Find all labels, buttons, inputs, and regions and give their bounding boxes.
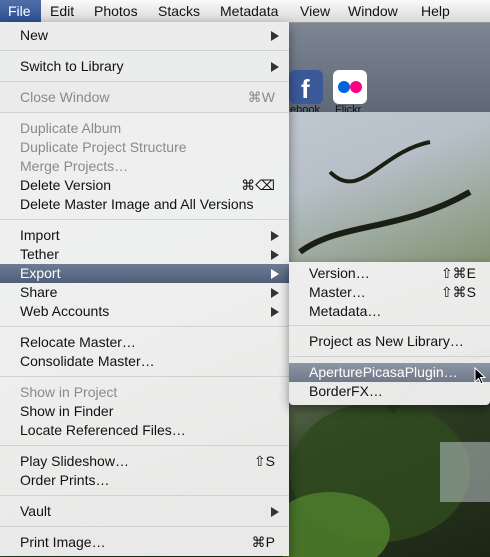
menu-item-shortcut: ⌘⌫	[241, 177, 275, 193]
menu-item-label: Vault	[20, 503, 51, 519]
menu-photos[interactable]: Photos	[86, 0, 146, 22]
menu-item-web-accounts[interactable]: Web Accounts	[0, 302, 289, 321]
menu-item-locate-referenced-files[interactable]: Locate Referenced Files…	[0, 421, 289, 440]
menu-item-close-window: Close Window ⌘W	[0, 88, 289, 107]
submenu-arrow-icon	[271, 288, 279, 298]
menu-item-label: Project as New Library…	[309, 333, 464, 349]
menu-item-show-in-finder[interactable]: Show in Finder	[0, 402, 289, 421]
menu-item-shortcut: ⌘P	[251, 534, 275, 550]
flickr-icon	[338, 81, 362, 93]
menu-file[interactable]: File	[0, 0, 41, 22]
flickr-button[interactable]	[333, 70, 367, 104]
submenu-arrow-icon	[271, 269, 279, 279]
menu-item-new[interactable]: New	[0, 26, 289, 45]
menu-separator	[289, 325, 490, 326]
menu-view[interactable]: View	[292, 0, 338, 22]
menu-item-tether[interactable]: Tether	[0, 245, 289, 264]
menu-item-relocate-master[interactable]: Relocate Master…	[0, 333, 289, 352]
menu-item-label: Version…	[309, 265, 370, 281]
menu-item-label: Share	[20, 284, 58, 300]
submenu-arrow-icon	[271, 250, 279, 260]
menu-item-delete-version[interactable]: Delete Version ⌘⌫	[0, 176, 289, 195]
menu-help[interactable]: Help	[413, 0, 458, 22]
menu-separator	[0, 376, 289, 377]
menu-item-duplicate-project-structure: Duplicate Project Structure	[0, 138, 289, 157]
menu-item-print-image[interactable]: Print Image… ⌘P	[0, 533, 289, 552]
menu-item-label: Play Slideshow…	[20, 453, 129, 469]
submenu-arrow-icon	[271, 307, 279, 317]
menu-stacks[interactable]: Stacks	[150, 0, 208, 22]
facebook-icon: f	[301, 74, 310, 104]
menu-item-label: AperturePicasaPlugin…	[309, 364, 458, 380]
svg-text:f: f	[301, 74, 310, 104]
menu-item-vault[interactable]: Vault	[0, 502, 289, 521]
menu-item-export-metadata[interactable]: Metadata…	[289, 302, 490, 321]
facebook-button[interactable]: f	[289, 70, 323, 104]
menu-item-label: BorderFX…	[309, 383, 383, 399]
menu-item-switch-to-library[interactable]: Switch to Library	[0, 57, 289, 76]
menu-item-delete-master[interactable]: Delete Master Image and All Versions	[0, 195, 289, 214]
menu-item-duplicate-album: Duplicate Album	[0, 119, 289, 138]
menu-item-import[interactable]: Import	[0, 226, 289, 245]
menu-item-shortcut: ⌘W	[247, 89, 275, 105]
menu-separator	[0, 50, 289, 51]
menu-item-label: Order Prints…	[20, 472, 110, 488]
submenu-arrow-icon	[271, 62, 279, 72]
menu-item-export-borderfx[interactable]: BorderFX…	[289, 382, 490, 401]
menu-item-label: Web Accounts	[20, 303, 110, 319]
menu-item-label: Show in Finder	[20, 403, 114, 419]
menu-item-export-project-as-library[interactable]: Project as New Library…	[289, 332, 490, 351]
menu-item-export-master[interactable]: Master… ⇧⌘S	[289, 283, 490, 302]
menu-item-label: New	[20, 27, 49, 43]
menu-separator	[0, 219, 289, 220]
menu-item-label: Relocate Master…	[20, 334, 136, 350]
menu-item-order-prints[interactable]: Order Prints…	[0, 471, 289, 490]
export-submenu: Version… ⇧⌘E Master… ⇧⌘S Metadata… Proje…	[289, 262, 490, 405]
menu-item-label: Close Window	[20, 89, 110, 105]
menu-item-share[interactable]: Share	[0, 283, 289, 302]
menu-window[interactable]: Window	[340, 0, 406, 22]
menu-item-show-in-project: Show in Project	[0, 383, 289, 402]
menu-item-label: Delete Master Image and All Versions	[20, 196, 254, 212]
menu-metadata[interactable]: Metadata	[212, 0, 286, 22]
menu-separator	[0, 326, 289, 327]
mouse-cursor-icon	[474, 367, 487, 385]
menu-item-label: Locate Referenced Files…	[20, 422, 186, 438]
menu-separator	[0, 112, 289, 113]
menu-item-label: Duplicate Project Structure	[20, 139, 187, 155]
menu-item-label: Switch to Library	[20, 58, 124, 74]
menu-item-play-slideshow[interactable]: Play Slideshow… ⇧S	[0, 452, 289, 471]
menu-item-label: Metadata…	[309, 303, 382, 319]
menu-item-label: Consolidate Master…	[20, 353, 155, 369]
menu-item-label: Merge Projects…	[20, 158, 129, 174]
menu-bar: File Edit Photos Stacks Metadata View Wi…	[0, 0, 490, 23]
submenu-arrow-icon	[271, 231, 279, 241]
file-menu: New Switch to Library Close Window ⌘W Du…	[0, 22, 289, 556]
menu-item-label: Print Image…	[20, 534, 106, 550]
menu-item-label: Duplicate Album	[20, 120, 122, 136]
menu-item-consolidate-master[interactable]: Consolidate Master…	[0, 352, 289, 371]
menu-item-label: Import	[20, 227, 60, 243]
menu-item-shortcut: ⇧⌘E	[440, 265, 476, 281]
menu-item-shortcut: ⇧⌘S	[440, 284, 476, 300]
menu-item-label: Delete Version	[20, 177, 112, 193]
menu-separator	[0, 526, 289, 527]
menu-item-label: Export	[20, 265, 61, 281]
menu-item-merge-projects: Merge Projects…	[0, 157, 289, 176]
menu-separator	[0, 495, 289, 496]
submenu-arrow-icon	[271, 507, 279, 517]
menu-item-export[interactable]: Export	[0, 264, 289, 283]
menu-item-shortcut: ⇧S	[253, 453, 275, 469]
menu-separator	[289, 356, 490, 357]
menu-item-export-version[interactable]: Version… ⇧⌘E	[289, 264, 490, 283]
menu-item-label: Master…	[309, 284, 366, 300]
menu-item-label: Tether	[20, 246, 59, 262]
submenu-arrow-icon	[271, 31, 279, 41]
menu-edit[interactable]: Edit	[42, 0, 82, 22]
menu-item-label: Show in Project	[20, 384, 118, 400]
menu-item-export-aperture-picasa-plugin[interactable]: AperturePicasaPlugin…	[289, 363, 490, 382]
menu-separator	[0, 445, 289, 446]
menu-separator	[0, 81, 289, 82]
